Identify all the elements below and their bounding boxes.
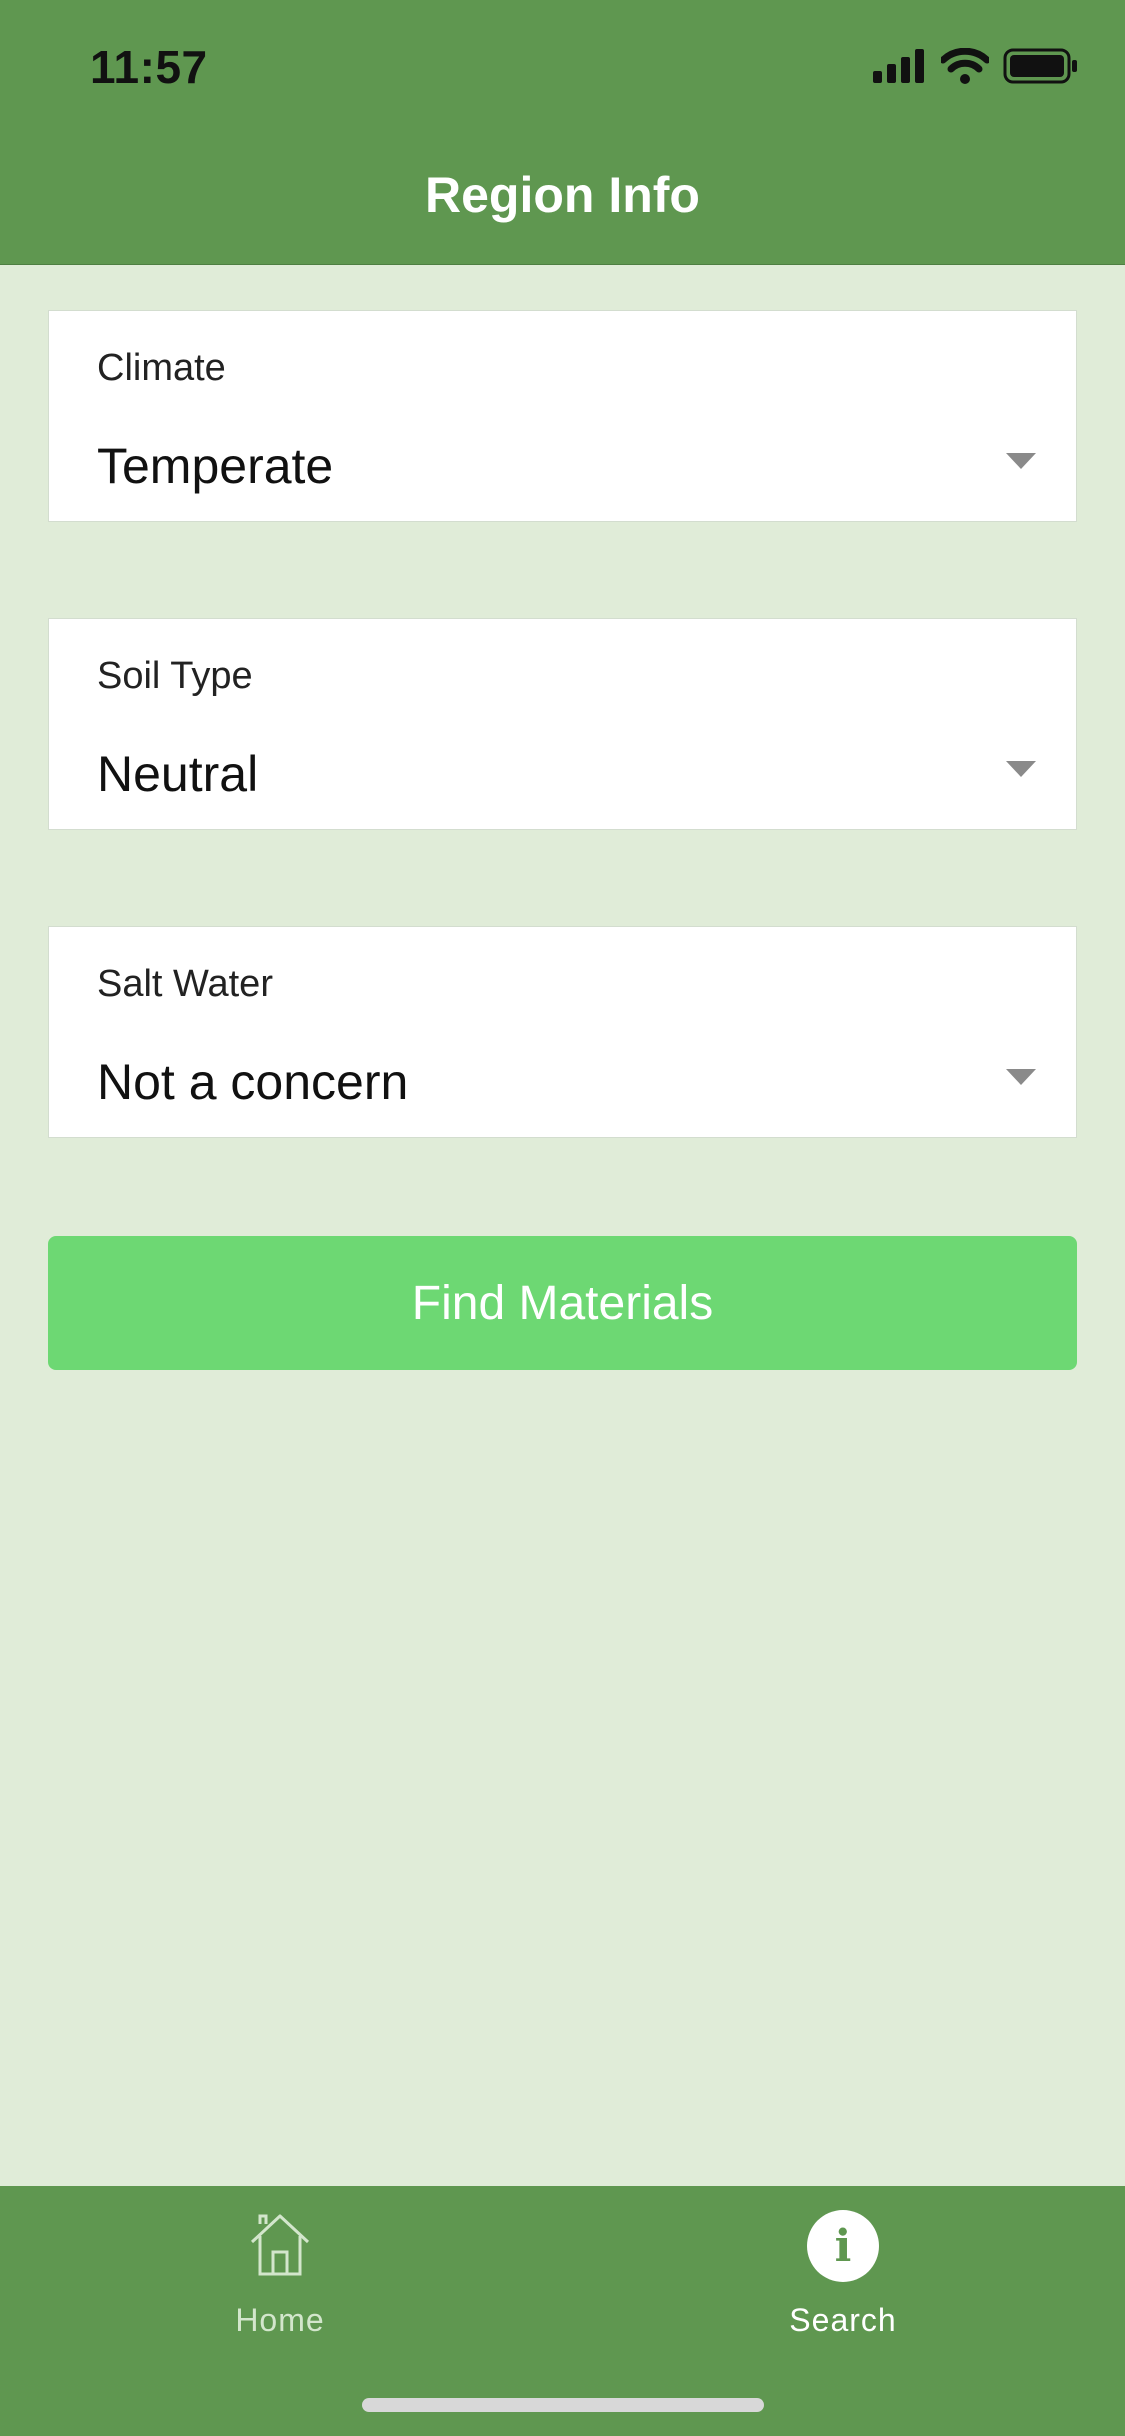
- climate-label: Climate: [97, 347, 226, 389]
- salt-water-select[interactable]: Salt Water Not a concern: [48, 926, 1077, 1138]
- status-icons: [873, 44, 1079, 92]
- status-time: 11:57: [90, 41, 208, 93]
- info-icon: i: [807, 2210, 879, 2282]
- home-indicator[interactable]: [362, 2398, 764, 2412]
- dropdown-caret-icon: [1006, 761, 1036, 777]
- wifi-icon: [939, 47, 991, 89]
- battery-icon: [1003, 48, 1079, 89]
- soil-type-select[interactable]: Soil Type Neutral: [48, 618, 1077, 830]
- soil-type-value: Neutral: [97, 746, 259, 802]
- tab-search-label: Search: [789, 2302, 897, 2338]
- cellular-signal-icon: [873, 48, 927, 88]
- dropdown-caret-icon: [1006, 453, 1036, 469]
- app-header: 11:57 Region Info: [0, 0, 1125, 265]
- dropdown-caret-icon: [1006, 1069, 1036, 1085]
- climate-value: Temperate: [97, 438, 334, 494]
- salt-water-label: Salt Water: [97, 963, 273, 1005]
- tab-home-label: Home: [235, 2302, 325, 2338]
- tab-home[interactable]: Home: [140, 2208, 420, 2339]
- tab-search[interactable]: i Search: [703, 2208, 983, 2339]
- salt-water-value: Not a concern: [97, 1054, 409, 1110]
- home-icon: [246, 2210, 314, 2283]
- soil-type-label: Soil Type: [97, 655, 253, 697]
- climate-select[interactable]: Climate Temperate: [48, 310, 1077, 522]
- find-materials-button[interactable]: Find Materials: [48, 1236, 1077, 1370]
- page-title: Region Info: [425, 167, 700, 223]
